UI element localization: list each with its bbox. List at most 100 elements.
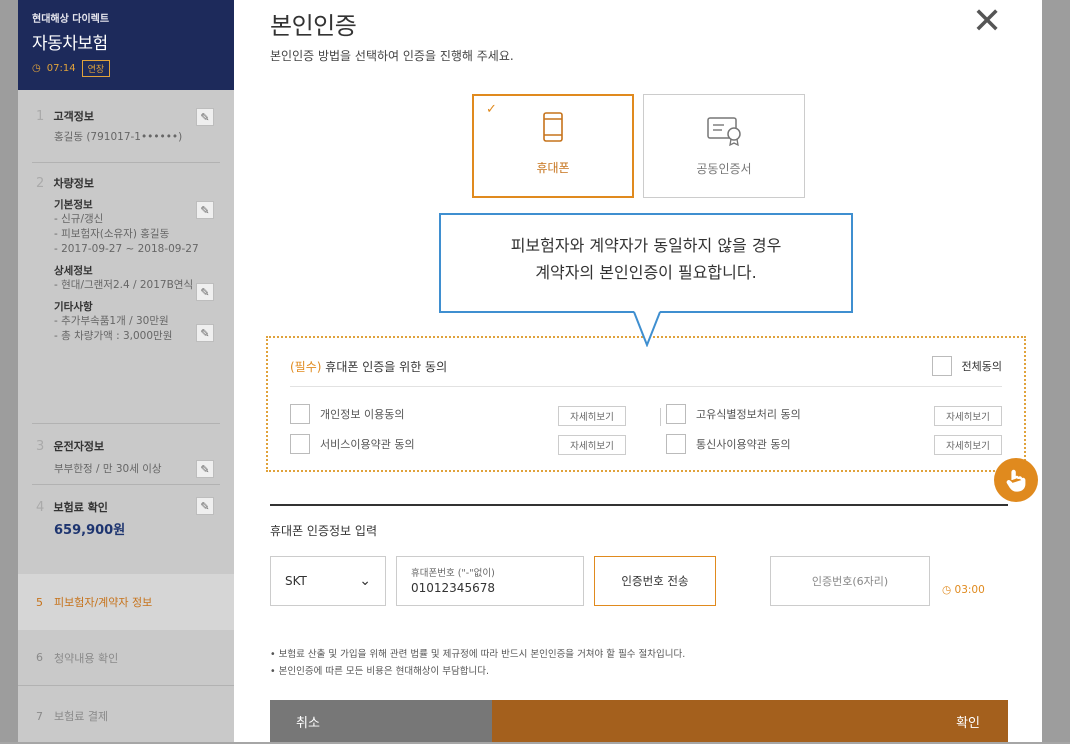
extend-button[interactable]: 연장 (81, 60, 111, 77)
step-number: 3 (36, 439, 45, 454)
phone-field-label: 휴대폰번호 ("-"없이) (411, 568, 495, 579)
auth-modal: 본인인증 본인인증 방법을 선택하여 인증을 진행해 주세요. ✕ ✓ 휴대폰 … (234, 0, 1042, 742)
agree-all[interactable]: 전체동의 (931, 356, 1002, 376)
modal-title: 본인인증 (270, 12, 357, 40)
step-insured-contractor-info[interactable]: 5 피보험자/계약자 정보 (18, 574, 234, 630)
consent-label: 개인정보 이용동의 (320, 408, 405, 421)
edit-icon[interactable]: ✎ (196, 324, 214, 342)
premium-amount: 659,900원 (54, 523, 126, 538)
edit-icon[interactable]: ✎ (196, 497, 214, 515)
group-line: - 2017-09-27 ~ 2018-09-27 (54, 243, 199, 255)
step-payment[interactable]: 7 보험료 결제 (18, 688, 234, 744)
step-customer-info: 1 고객정보 ✎ 홍길동 (791017-1••••••) (18, 90, 234, 162)
edit-icon[interactable]: ✎ (196, 283, 214, 301)
chevron-down-icon: ⌄ (359, 573, 371, 589)
group-line: - 총 차량가액 : 3,000만원 (54, 330, 173, 342)
step-number: 6 (36, 651, 43, 664)
tab-label: 공동인증서 (696, 162, 752, 176)
notice-list: • 보험료 산출 및 가입을 위해 관련 법률 및 제규정에 따라 반드시 본인… (270, 646, 685, 680)
step-title: 보험료 결제 (54, 710, 109, 723)
notice-item: • 보험료 산출 및 가입을 위해 관련 법률 및 제규정에 따라 반드시 본인… (270, 649, 686, 660)
step-number: 1 (36, 109, 45, 124)
step-number: 4 (36, 500, 45, 515)
consent-title-text: 휴대폰 인증을 위한 동의 (325, 360, 448, 374)
cancel-button[interactable]: 취소 (270, 700, 492, 742)
code-timer-value: 03:00 (954, 584, 985, 596)
step-title: 차량정보 (53, 177, 94, 190)
step-driver-info: 3 운전자정보 ✎ 부부한정 / 만 30세 이상 (18, 424, 234, 484)
carrier-value: SKT (285, 574, 307, 588)
group-label: 기본정보 (54, 199, 93, 211)
confirm-button[interactable]: 확인 (492, 700, 1008, 742)
tab-label: 휴대폰 (536, 161, 570, 175)
phone-field-value: 01012345678 (411, 581, 495, 595)
group-line: - 신규/갱신 (54, 213, 104, 225)
step-application-review[interactable]: 6 청약내용 확인 (18, 630, 234, 686)
code-timer: ◷ 03:00 (942, 584, 985, 596)
consent-label: 고유식별정보처리 동의 (696, 408, 801, 421)
step-title: 고객정보 (53, 110, 94, 123)
detail-button[interactable]: 자세히보기 (558, 406, 626, 426)
consent-panel: (필수) 휴대폰 인증을 위한 동의 전체동의 개인정보 이용동의 자세히보기 … (266, 336, 1026, 472)
tab-mobile-phone[interactable]: ✓ 휴대폰 (472, 94, 634, 198)
modal-subtitle: 본인인증 방법을 선택하여 인증을 진행해 주세요. (270, 49, 514, 63)
consent-item[interactable]: 통신사이용약관 동의 (666, 434, 791, 454)
consent-item[interactable]: 고유식별정보처리 동의 (666, 404, 801, 424)
consent-checkbox[interactable] (666, 404, 686, 424)
certificate-icon (707, 117, 741, 147)
product-title: 자동차보험 (32, 34, 108, 54)
sidebar-header: 현대해상 다이렉트 자동차보험 ◷ 07:14 연장 (18, 0, 234, 90)
group-line: - 현대/그랜저2.4 / 2017B연식 (54, 279, 194, 291)
detail-button[interactable]: 자세히보기 (558, 435, 626, 455)
edit-icon[interactable]: ✎ (196, 108, 214, 126)
verification-code-field[interactable]: 인증번호(6자리) (770, 556, 930, 606)
divider (290, 386, 1002, 387)
step-line: 홍길동 (791017-1••••••) (54, 131, 183, 143)
carrier-select[interactable]: SKT ⌄ (270, 556, 386, 606)
check-icon: ✓ (486, 102, 497, 117)
group-label: 기타사항 (54, 301, 93, 313)
dim-overlay-right (1042, 0, 1070, 742)
tooltip-line: 피보험자와 계약자가 동일하지 않을 경우 (510, 236, 782, 255)
phone-number-field[interactable]: 휴대폰번호 ("-"없이) 01012345678 (396, 556, 584, 606)
step-number: 7 (36, 709, 43, 723)
consent-item[interactable]: 개인정보 이용동의 (290, 404, 404, 424)
consent-label: 서비스이용약관 동의 (320, 438, 415, 451)
step-number: 2 (36, 176, 45, 191)
phone-icon (543, 112, 563, 142)
session-timer-value: 07:14 (46, 63, 76, 74)
edit-icon[interactable]: ✎ (196, 460, 214, 478)
divider (270, 504, 1008, 506)
consent-checkbox[interactable] (290, 434, 310, 454)
consent-checkbox[interactable] (290, 404, 310, 424)
clock-icon: ◷ (32, 63, 41, 74)
step-title: 운전자정보 (53, 440, 105, 453)
close-icon[interactable]: ✕ (972, 4, 1002, 40)
consent-title: (필수) 휴대폰 인증을 위한 동의 (290, 358, 447, 375)
tab-certificate[interactable]: 공동인증서 (643, 94, 805, 198)
consent-item[interactable]: 서비스이용약관 동의 (290, 434, 415, 454)
step-title: 보험료 확인 (53, 501, 108, 514)
notice-tooltip: 피보험자와 계약자가 동일하지 않을 경우 계약자의 본인인증이 필요합니다. (439, 213, 853, 313)
tooltip-line: 계약자의 본인인증이 필요합니다. (535, 263, 757, 282)
divider (660, 408, 661, 426)
send-code-button[interactable]: 인증번호 전송 (594, 556, 716, 606)
phone-section-title: 휴대폰 인증정보 입력 (270, 524, 377, 538)
step-vehicle-info: 2 차량정보 기본정보 ✎ - 신규/갱신 - 피보험자(소유자) 홍길동 - … (18, 163, 234, 423)
group-line: - 추가부속품1개 / 30만원 (54, 315, 169, 327)
touch-hint-icon (994, 458, 1038, 502)
agree-all-label: 전체동의 (961, 360, 1002, 373)
group-line: - 피보험자(소유자) 홍길동 (54, 228, 170, 240)
detail-button[interactable]: 자세히보기 (934, 435, 1002, 455)
edit-icon[interactable]: ✎ (196, 201, 214, 219)
detail-button[interactable]: 자세히보기 (934, 406, 1002, 426)
consent-checkbox[interactable] (666, 434, 686, 454)
group-label: 상세정보 (54, 265, 93, 277)
consent-label: 통신사이용약관 동의 (696, 438, 791, 451)
step-line: 부부한정 / 만 30세 이상 (54, 463, 162, 475)
brand-name: 현대해상 다이렉트 (32, 14, 110, 25)
clock-icon: ◷ (942, 584, 952, 596)
session-timer: ◷ 07:14 연장 (32, 60, 220, 77)
required-tag: (필수) (290, 360, 322, 374)
agree-all-checkbox[interactable] (931, 356, 952, 376)
